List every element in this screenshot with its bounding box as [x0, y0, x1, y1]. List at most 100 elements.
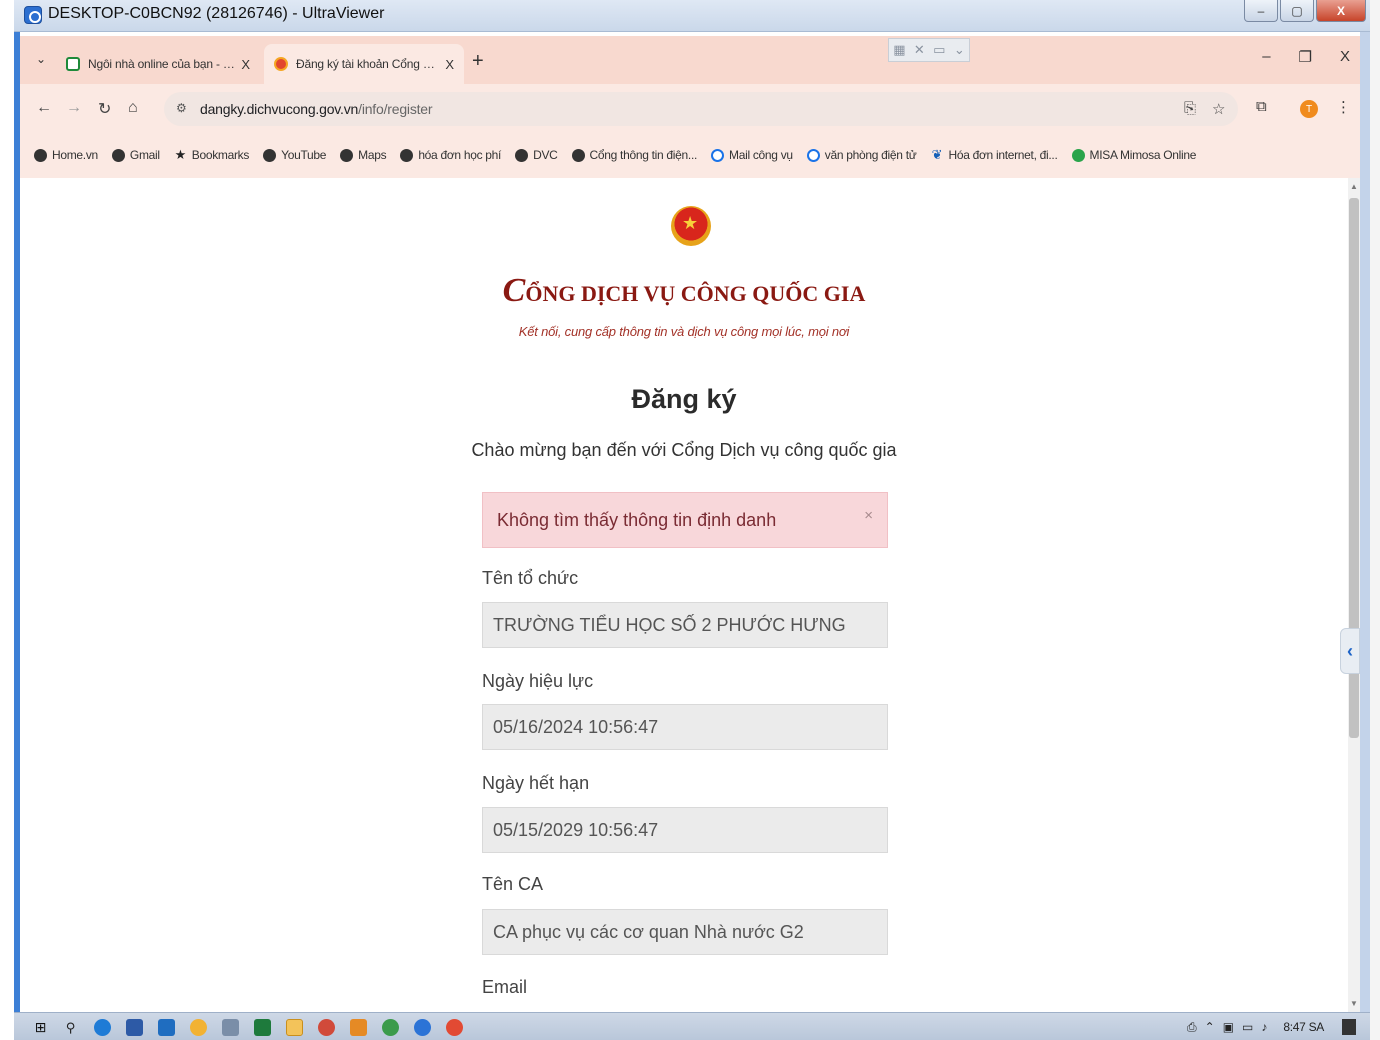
- chrome-icon[interactable]: [382, 1019, 399, 1036]
- desktop-edge: [1370, 0, 1380, 1040]
- remote-toolbar[interactable]: ▦ ✕ ▭ ⌄: [888, 38, 970, 62]
- valid-from-label: Ngày hiệu lực: [482, 671, 594, 691]
- taskbar-clock[interactable]: 8:47 SA: [1283, 1020, 1324, 1034]
- system-tray: ⎙ ⌃ ▣ ▭ ♪ 8:47 SA: [1187, 1019, 1356, 1035]
- edge-browser-icon[interactable]: [94, 1019, 111, 1036]
- portal-logo-title[interactable]: CỔNG DỊCH VỤ CÔNG QUỐC GIA: [20, 272, 1348, 310]
- tray-chevron-up-icon[interactable]: ⌃: [1205, 1020, 1215, 1034]
- misa-icon: [1071, 148, 1085, 162]
- tab-search-chevron-icon[interactable]: ⌄: [30, 48, 52, 70]
- tab-close-icon[interactable]: X: [241, 57, 250, 72]
- alert-close-icon[interactable]: ×: [864, 507, 873, 524]
- remote-window-controls: – ▢ X: [1244, 0, 1366, 22]
- tab-close-icon[interactable]: X: [445, 57, 454, 72]
- bookmark-gmail[interactable]: Gmail: [111, 148, 160, 162]
- remote-chevron-down-icon[interactable]: ⌄: [954, 42, 965, 58]
- bookmark-label: DVC: [533, 148, 558, 162]
- bookmark-misa[interactable]: MISA Mimosa Online: [1071, 148, 1197, 162]
- scroll-up-icon[interactable]: ▲: [1350, 182, 1358, 191]
- bookmark-mail-cong-vu[interactable]: Mail công vụ: [711, 148, 793, 162]
- bookmark-label: MISA Mimosa Online: [1089, 148, 1197, 162]
- bookmark-hoa-don-internet[interactable]: ❦ Hóa đơn internet, đi...: [930, 147, 1058, 162]
- logo-title-text: ỔNG DỊCH VỤ CÔNG QUỐC GIA: [525, 281, 866, 306]
- globe-icon: [515, 148, 529, 162]
- browser-tab-strip: ⌄ Ngôi nhà online của bạn - Hom X Đăng k…: [20, 36, 1360, 84]
- app-icon-blue[interactable]: [414, 1019, 431, 1036]
- page-scrollbar[interactable]: ▲ ▼: [1348, 178, 1360, 1012]
- app-icon-orange[interactable]: [350, 1019, 367, 1036]
- notification-icon[interactable]: [1342, 1019, 1356, 1035]
- bookmark-label: Mail công vụ: [729, 148, 793, 162]
- ca-name-label: Tên CA: [482, 874, 544, 894]
- bookmark-label: Gmail: [129, 148, 160, 162]
- printer-icon[interactable]: ⎙: [1187, 1020, 1197, 1035]
- bookmark-label: Home.vn: [52, 148, 98, 162]
- bookmark-bookmarks[interactable]: ★ Bookmarks: [174, 147, 250, 162]
- remote-maximize-button[interactable]: ▢: [1280, 0, 1314, 22]
- install-app-icon[interactable]: ⎘: [1184, 100, 1196, 117]
- extensions-icon[interactable]: ⧉: [1256, 98, 1267, 115]
- bookmark-youtube[interactable]: YouTube: [263, 148, 326, 162]
- valid-from-field[interactable]: 05/16/2024 10:56:47: [482, 704, 888, 750]
- app-icon-red[interactable]: [318, 1019, 335, 1036]
- bookmark-van-phong-dien-tu[interactable]: văn phòng điện tử: [806, 148, 917, 162]
- browser-close-button[interactable]: X: [1340, 48, 1350, 66]
- active-app-icon[interactable]: [286, 1019, 303, 1036]
- remote-close-button[interactable]: X: [1316, 0, 1366, 22]
- volume-icon[interactable]: ♪: [1261, 1020, 1267, 1034]
- tab-register[interactable]: Đăng ký tài khoản Cổng DVC q X: [264, 44, 464, 84]
- side-panel-chevron-left-icon[interactable]: ‹: [1340, 628, 1360, 674]
- app-icon-yellow[interactable]: [190, 1019, 207, 1036]
- url-path: /info/register: [358, 101, 433, 117]
- back-arrow-icon[interactable]: ←: [36, 99, 52, 117]
- ca-name-field[interactable]: CA phục vụ các cơ quan Nhà nước G2: [482, 909, 888, 955]
- feather-icon: ❦: [931, 147, 943, 162]
- remote-monitor-icon[interactable]: ▭: [933, 42, 945, 58]
- new-tab-button[interactable]: +: [472, 50, 484, 73]
- remote-grid-icon[interactable]: ▦: [893, 42, 905, 58]
- remote-minimize-button[interactable]: –: [1244, 0, 1278, 22]
- expiry-field[interactable]: 05/15/2029 10:56:47: [482, 807, 888, 853]
- menu-kebab-icon[interactable]: ⋮: [1336, 98, 1351, 116]
- bookmark-home-vn[interactable]: Home.vn: [34, 148, 98, 162]
- browser-window-controls: – ❐ X: [1262, 48, 1350, 66]
- bookmark-label: Bookmarks: [191, 148, 250, 162]
- browser-restore-button[interactable]: ❐: [1299, 48, 1312, 66]
- network-icon[interactable]: ▣: [1223, 1020, 1234, 1034]
- reload-icon[interactable]: ↻: [98, 99, 111, 119]
- bookmark-label: Maps: [358, 148, 387, 162]
- excel-icon[interactable]: [254, 1019, 271, 1036]
- url-text[interactable]: dangky.dichvucong.gov.vn/info/register: [200, 101, 433, 117]
- search-icon[interactable]: ⚲: [62, 1019, 79, 1036]
- tab-home[interactable]: Ngôi nhà online của bạn - Hom X: [56, 44, 260, 84]
- site-info-icon[interactable]: ⚙: [176, 101, 187, 115]
- address-bar[interactable]: ⚙ dangky.dichvucong.gov.vn/info/register…: [164, 92, 1238, 126]
- alert-message: Không tìm thấy thông tin định danh: [497, 510, 777, 530]
- page-content: CỔNG DỊCH VỤ CÔNG QUỐC GIA Kết nối, cung…: [20, 178, 1348, 1012]
- display-icon[interactable]: ▭: [1242, 1020, 1253, 1034]
- app-icon-gray[interactable]: [222, 1019, 239, 1036]
- windows-start-icon[interactable]: ⊞: [32, 1019, 49, 1036]
- bookmark-dvc[interactable]: DVC: [515, 148, 558, 162]
- bookmark-label: Cổng thông tin điện...: [589, 148, 698, 162]
- remote-window-titlebar: DESKTOP-C0BCN92 (28126746) - UltraViewer…: [14, 0, 1370, 32]
- store-icon[interactable]: [158, 1019, 175, 1036]
- forward-arrow-icon[interactable]: →: [66, 99, 82, 117]
- browser-minimize-button[interactable]: –: [1262, 48, 1270, 66]
- remote-close-icon[interactable]: ✕: [914, 42, 925, 58]
- bookmark-cong-thong-tin[interactable]: Cổng thông tin điện...: [571, 148, 698, 162]
- scroll-down-icon[interactable]: ▼: [1350, 999, 1358, 1008]
- tab-label: Ngôi nhà online của bạn - Hom: [88, 57, 236, 71]
- bookmark-maps[interactable]: Maps: [340, 148, 387, 162]
- bookmark-star-icon[interactable]: ☆: [1212, 100, 1225, 118]
- bookmark-hoa-don-hoc-phi[interactable]: hóa đơn học phí: [400, 148, 501, 162]
- task-manager-icon[interactable]: [126, 1019, 143, 1036]
- bookmarks-bar: Home.vn Gmail ★ Bookmarks YouTube Maps hó…: [20, 132, 1360, 178]
- blue-circle-icon: [711, 148, 725, 162]
- error-alert: Không tìm thấy thông tin định danh ×: [482, 492, 888, 548]
- email-label: Email: [482, 977, 528, 997]
- profile-avatar[interactable]: T: [1300, 100, 1318, 118]
- home-icon[interactable]: ⌂: [128, 99, 138, 117]
- organization-field[interactable]: TRƯỜNG TIỂU HỌC SỐ 2 PHƯỚC HƯNG: [482, 602, 888, 648]
- chrome-profile-icon[interactable]: [446, 1019, 463, 1036]
